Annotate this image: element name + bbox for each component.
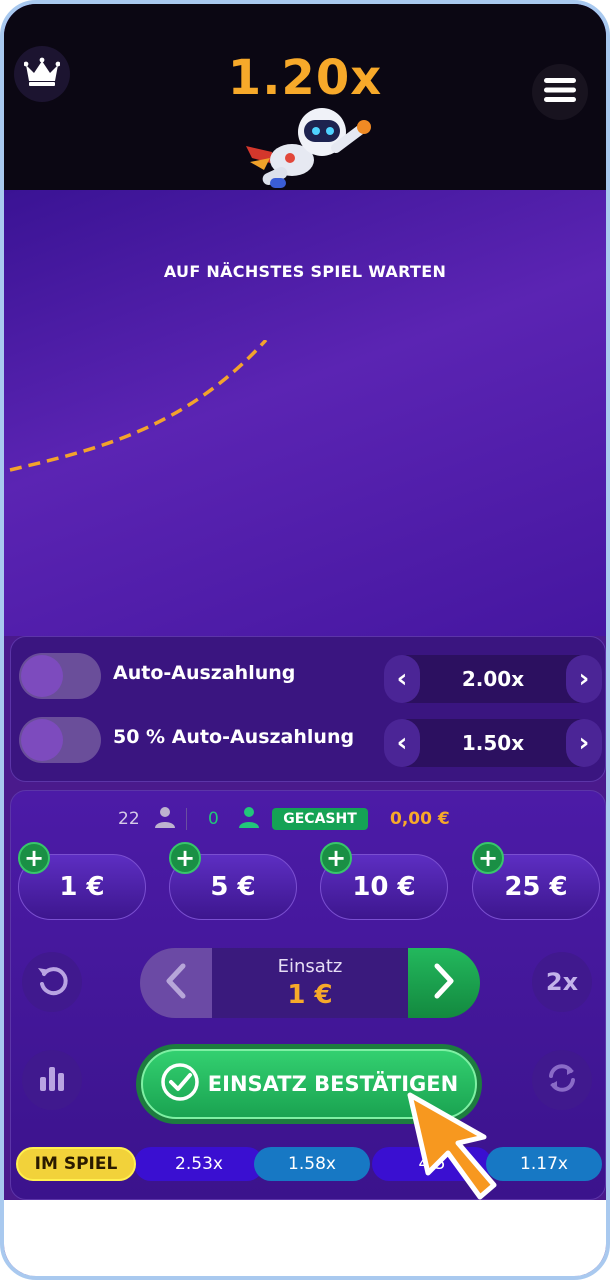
half-auto-cashout-stepper: ‹ 1.50x › xyxy=(384,719,602,767)
phone-frame: 1.20x AUF NÄCHSTES SPIEL WARTEN Auto-Aus… xyxy=(0,0,610,1280)
flight-trail xyxy=(9,340,268,472)
chevron-left-icon xyxy=(163,962,189,1004)
toggle-knob xyxy=(21,719,63,761)
cashed-badge: GECASHT xyxy=(272,808,368,830)
chevron-right-icon xyxy=(431,962,457,1004)
auto-cashout-panel: Auto-Auszahlung ‹ 2.00x › 50 % Auto-Ausz… xyxy=(10,636,606,782)
half-auto-cashout-row: 50 % Auto-Auszahlung ‹ 1.50x › xyxy=(11,709,606,769)
history-item[interactable]: 2.53x xyxy=(134,1147,264,1181)
chevron-left-icon[interactable]: ‹ xyxy=(384,655,420,703)
game-status-message: AUF NÄCHSTES SPIEL WARTEN xyxy=(163,262,447,281)
stake-label: Einsatz xyxy=(277,956,343,977)
stake-decrease-button[interactable] xyxy=(140,948,212,1018)
plus-icon[interactable]: + xyxy=(169,842,201,874)
auto-play-button[interactable] xyxy=(532,1050,592,1110)
hamburger-menu-icon xyxy=(544,76,576,108)
double-stake-button[interactable]: 2x xyxy=(532,952,592,1012)
chip-label: 10 € xyxy=(352,872,416,902)
stake-value[interactable]: 1 € xyxy=(212,980,408,1010)
bar-chart-icon xyxy=(37,1063,67,1097)
half-auto-cashout-toggle[interactable] xyxy=(19,717,101,763)
chevron-right-icon[interactable]: › xyxy=(566,719,602,767)
refresh-icon xyxy=(545,1061,579,1099)
auto-cashout-stepper: ‹ 2.00x › xyxy=(384,655,602,703)
stake-stepper: Einsatz 1 € xyxy=(140,948,480,1018)
chip-label: 25 € xyxy=(504,872,568,902)
auto-cashout-row: Auto-Auszahlung ‹ 2.00x › xyxy=(11,645,606,705)
auto-cashout-toggle[interactable] xyxy=(19,653,101,699)
auto-cashout-label: Auto-Auszahlung xyxy=(113,662,296,684)
history-item[interactable]: 1.58x xyxy=(254,1147,370,1181)
chevron-right-icon[interactable]: › xyxy=(566,655,602,703)
menu-button[interactable] xyxy=(532,64,588,120)
cashed-amount: 0,00 € xyxy=(390,809,450,829)
round-history: 2.53x 1.58x 4.5 1.17x IM SPIEL xyxy=(16,1147,606,1183)
undo-icon xyxy=(34,962,70,1002)
chip-label: 1 € xyxy=(59,872,105,902)
current-multiplier: 1.20x xyxy=(227,50,383,106)
game-area xyxy=(4,190,606,636)
undo-button[interactable] xyxy=(22,952,82,1012)
stake-increase-button[interactable] xyxy=(408,948,480,1018)
round-stats: 22 0 GECASHT 0,00 € xyxy=(4,806,606,832)
statistics-button[interactable] xyxy=(22,1050,82,1110)
astronaut-icon xyxy=(240,100,380,204)
user-cashed-icon xyxy=(238,806,260,832)
stats-divider xyxy=(186,808,187,830)
half-auto-cashout-label: 50 % Auto-Auszahlung xyxy=(113,726,355,748)
cashed-count: 0 xyxy=(208,809,219,829)
check-circle-icon xyxy=(160,1062,200,1106)
user-icon xyxy=(154,806,176,832)
in-game-badge: IM SPIEL xyxy=(16,1147,136,1181)
chevron-left-icon[interactable]: ‹ xyxy=(384,719,420,767)
toggle-knob xyxy=(21,655,63,697)
chip-label: 5 € xyxy=(210,872,256,902)
bottom-area xyxy=(4,1200,606,1276)
plus-icon[interactable]: + xyxy=(18,842,50,874)
pointer-cursor-icon xyxy=(404,1089,504,1205)
plus-icon[interactable]: + xyxy=(320,842,352,874)
plus-icon[interactable]: + xyxy=(472,842,504,874)
auto-cashout-value[interactable]: 2.00x xyxy=(420,667,566,691)
half-auto-cashout-value[interactable]: 1.50x xyxy=(420,731,566,755)
player-count: 22 xyxy=(118,809,140,829)
